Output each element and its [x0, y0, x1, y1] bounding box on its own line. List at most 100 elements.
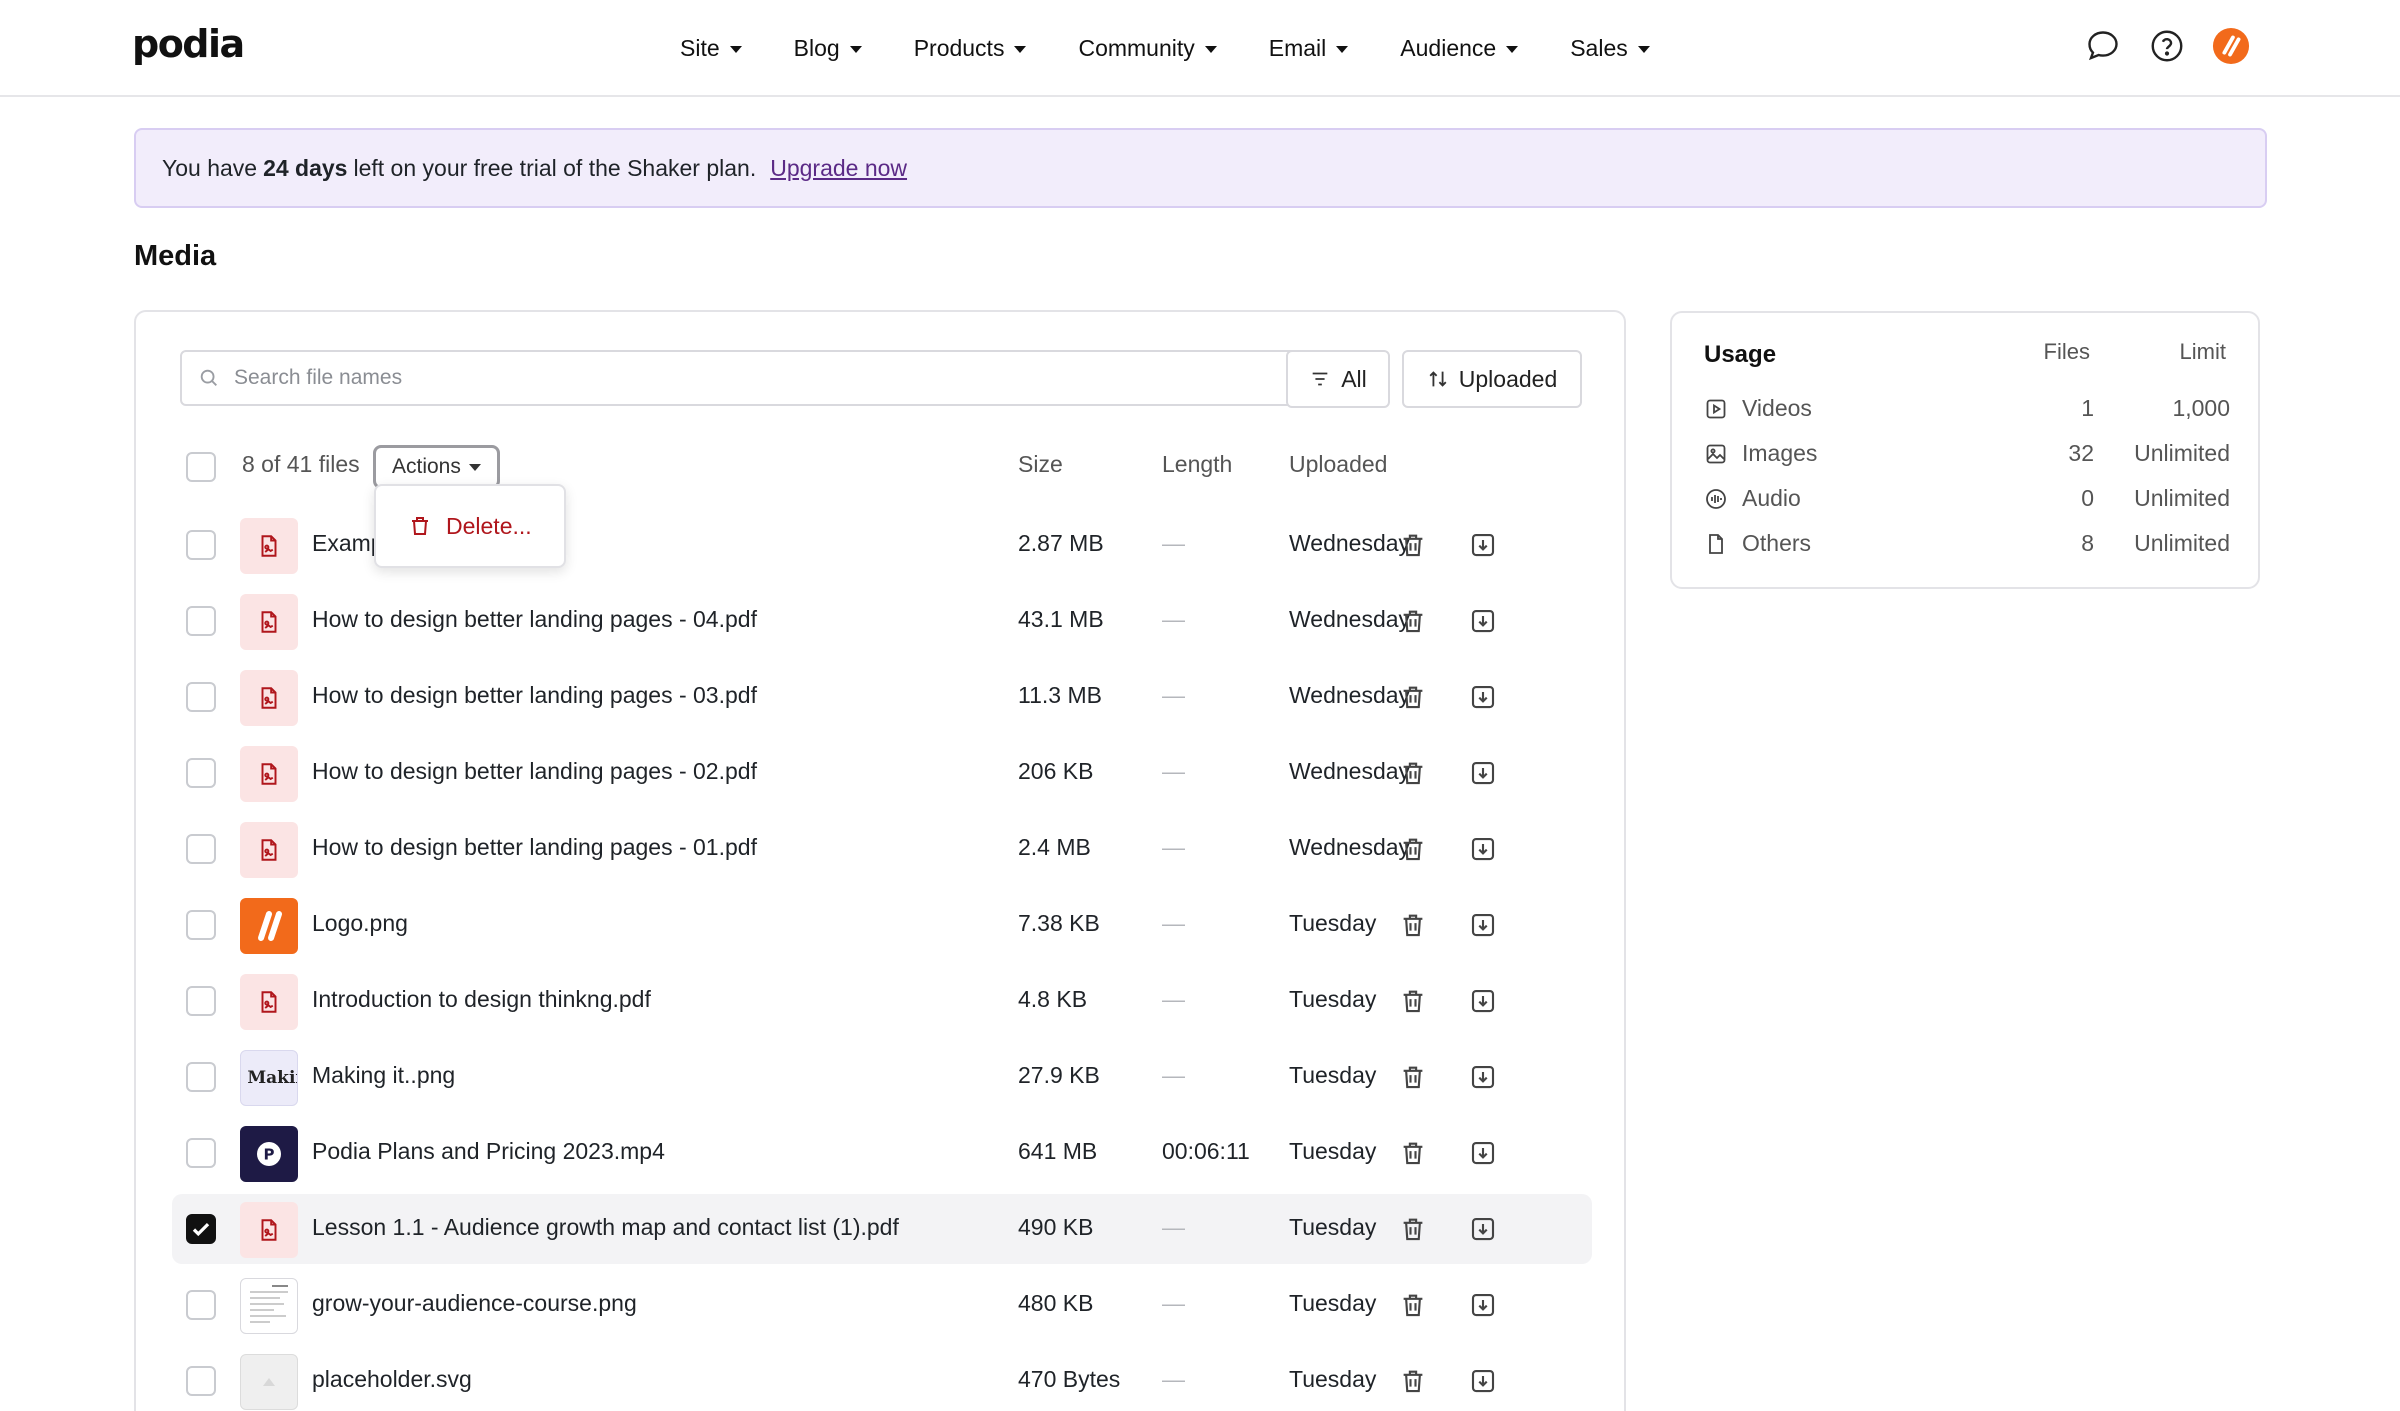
- chat-icon[interactable]: [2084, 27, 2122, 65]
- row-checkbox[interactable]: [186, 986, 216, 1016]
- row-checkbox[interactable]: [186, 910, 216, 940]
- file-uploaded: Wednesday: [1289, 530, 1411, 556]
- file-size: 490 KB: [1018, 1214, 1094, 1240]
- usage-files: 8: [2081, 530, 2094, 556]
- podia-logo[interactable]: podia: [132, 22, 245, 66]
- delete-file-icon[interactable]: [1398, 910, 1428, 940]
- column-length[interactable]: Length: [1162, 451, 1232, 478]
- column-uploaded[interactable]: Uploaded: [1289, 451, 1387, 478]
- pdf-file-icon: [240, 518, 298, 574]
- file-name[interactable]: Examp: [312, 530, 384, 557]
- avatar[interactable]: [2212, 27, 2250, 65]
- nav-label: Site: [680, 35, 720, 61]
- file-row[interactable]: How to design better landing pages - 02.…: [172, 738, 1592, 808]
- file-name[interactable]: How to design better landing pages - 02.…: [312, 758, 757, 785]
- file-row[interactable]: Logo.png 7.38 KB — Tuesday: [172, 890, 1592, 960]
- row-checkbox[interactable]: [186, 1062, 216, 1092]
- row-checkbox[interactable]: [186, 1214, 216, 1244]
- file-name[interactable]: Introduction to design thinkng.pdf: [312, 986, 651, 1013]
- delete-file-icon[interactable]: [1398, 606, 1428, 636]
- download-file-icon[interactable]: [1468, 834, 1498, 864]
- file-row[interactable]: P Podia Plans and Pricing 2023.mp4 641 MB 0…: [172, 1118, 1592, 1188]
- delete-file-icon[interactable]: [1398, 1290, 1428, 1320]
- delete-file-icon[interactable]: [1398, 1138, 1428, 1168]
- nav-item-sales[interactable]: Sales: [1570, 35, 1650, 62]
- download-file-icon[interactable]: [1468, 682, 1498, 712]
- file-name[interactable]: How to design better landing pages - 03.…: [312, 682, 757, 709]
- delete-menu-item[interactable]: Delete...: [446, 513, 532, 540]
- file-name[interactable]: Making it..png: [312, 1062, 455, 1089]
- row-checkbox[interactable]: [186, 682, 216, 712]
- file-name[interactable]: Logo.png: [312, 910, 408, 937]
- row-checkbox[interactable]: [186, 1138, 216, 1168]
- list-header: 8 of 41 files Size Length Uploaded: [136, 442, 1624, 492]
- file-name[interactable]: Podia Plans and Pricing 2023.mp4: [312, 1138, 665, 1165]
- row-checkbox[interactable]: [186, 530, 216, 560]
- delete-file-icon[interactable]: [1398, 758, 1428, 788]
- file-row[interactable]: How to design better landing pages - 04.…: [172, 586, 1592, 656]
- column-size[interactable]: Size: [1018, 451, 1063, 478]
- filter-button[interactable]: All: [1286, 350, 1390, 408]
- nav-item-products[interactable]: Products: [914, 35, 1027, 62]
- file-length: —: [1162, 834, 1185, 860]
- usage-col-limit: Limit: [2179, 339, 2226, 364]
- usage-limit: Unlimited: [2134, 485, 2230, 511]
- file-row[interactable]: placeholder.svg 470 Bytes — Tuesday: [172, 1346, 1592, 1411]
- download-file-icon[interactable]: [1468, 1062, 1498, 1092]
- download-file-icon[interactable]: [1468, 530, 1498, 560]
- nav-label: Community: [1078, 35, 1195, 61]
- download-file-icon[interactable]: [1468, 1366, 1498, 1396]
- delete-file-icon[interactable]: [1398, 834, 1428, 864]
- download-file-icon[interactable]: [1468, 1290, 1498, 1320]
- delete-file-icon[interactable]: [1398, 986, 1428, 1016]
- file-row[interactable]: ' Makin Making it..png 27.9 KB — Tuesday: [172, 1042, 1592, 1112]
- nav-item-site[interactable]: Site: [680, 35, 742, 62]
- file-length: 00:06:11: [1162, 1138, 1250, 1164]
- search-input[interactable]: [234, 366, 1234, 390]
- file-row[interactable]: How to design better landing pages - 03.…: [172, 662, 1592, 732]
- delete-file-icon[interactable]: [1398, 1366, 1428, 1396]
- file-name[interactable]: How to design better landing pages - 04.…: [312, 606, 757, 633]
- row-checkbox[interactable]: [186, 1366, 216, 1396]
- delete-file-icon[interactable]: [1398, 682, 1428, 712]
- file-name[interactable]: Lesson 1.1 - Audience growth map and con…: [312, 1214, 899, 1241]
- row-checkbox[interactable]: [186, 834, 216, 864]
- row-checkbox[interactable]: [186, 758, 216, 788]
- file-size: 206 KB: [1018, 758, 1094, 784]
- file-name[interactable]: How to design better landing pages - 01.…: [312, 834, 757, 861]
- file-row[interactable]: How to design better landing pages - 01.…: [172, 814, 1592, 884]
- download-file-icon[interactable]: [1468, 986, 1498, 1016]
- nav-label: Audience: [1400, 35, 1497, 61]
- file-name[interactable]: grow-your-audience-course.png: [312, 1290, 637, 1317]
- upgrade-now-link[interactable]: Upgrade now: [770, 155, 907, 182]
- sort-button[interactable]: Uploaded: [1402, 350, 1582, 408]
- nav-item-audience[interactable]: Audience: [1400, 35, 1519, 62]
- download-file-icon[interactable]: [1468, 758, 1498, 788]
- actions-button[interactable]: Actions: [373, 445, 500, 489]
- nav-item-blog[interactable]: Blog: [794, 35, 862, 62]
- file-row[interactable]: grow-your-audience-course.png 480 KB — Tues…: [172, 1270, 1592, 1340]
- download-file-icon[interactable]: [1468, 1138, 1498, 1168]
- delete-file-icon[interactable]: [1398, 1214, 1428, 1244]
- nav-item-email[interactable]: Email: [1269, 35, 1349, 62]
- actions-dropdown[interactable]: Delete...: [374, 484, 566, 568]
- select-all-checkbox[interactable]: [186, 452, 216, 482]
- delete-file-icon[interactable]: [1398, 1062, 1428, 1092]
- download-file-icon[interactable]: [1468, 1214, 1498, 1244]
- caret-down-icon: [729, 46, 742, 53]
- row-checkbox[interactable]: [186, 606, 216, 636]
- file-uploaded: Tuesday: [1289, 1138, 1377, 1164]
- file-row[interactable]: Introduction to design thinkng.pdf 4.8 KB…: [172, 966, 1592, 1036]
- help-icon[interactable]: [2148, 27, 2186, 65]
- download-file-icon[interactable]: [1468, 910, 1498, 940]
- usage-row-others: Others 8 Unlimited: [1704, 524, 2230, 564]
- file-name[interactable]: placeholder.svg: [312, 1366, 472, 1393]
- row-checkbox[interactable]: [186, 1290, 216, 1320]
- file-row[interactable]: Lesson 1.1 - Audience growth map and con…: [172, 1194, 1592, 1264]
- usage-label: Videos: [1742, 395, 1812, 421]
- download-file-icon[interactable]: [1468, 606, 1498, 636]
- nav-item-community[interactable]: Community: [1078, 35, 1217, 62]
- usage-files: 1: [2081, 395, 2094, 421]
- thumbnail-text: ' Makin: [241, 1068, 297, 1088]
- delete-file-icon[interactable]: [1398, 530, 1428, 560]
